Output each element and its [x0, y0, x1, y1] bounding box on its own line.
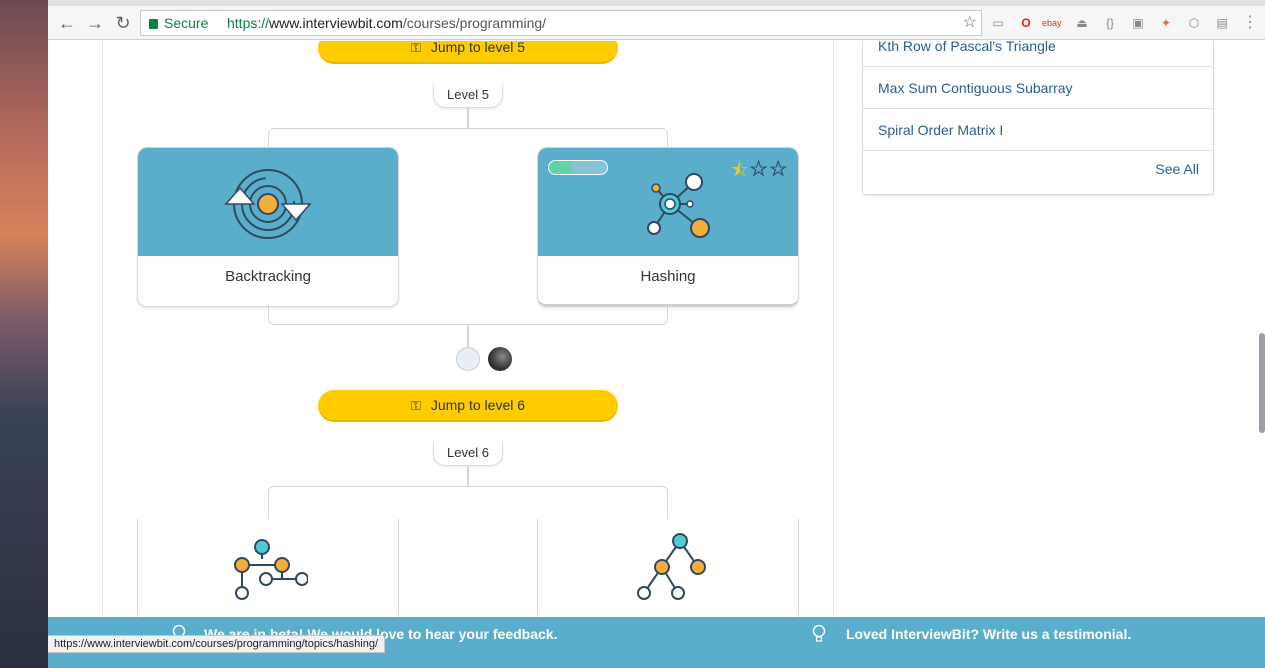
jump-label: Jump to level 5 — [430, 41, 526, 55]
problem-link[interactable]: Kth Row of Pascal's Triangle — [863, 41, 1213, 67]
screenshot-extension-icon[interactable]: ▤ — [1214, 15, 1230, 31]
address-bar[interactable]: Secure https://www.interviewbit.com/cour… — [140, 10, 982, 36]
reload-icon[interactable]: ↻ — [112, 12, 134, 34]
tree-icon — [234, 539, 308, 600]
topic-label: Backtracking — [225, 268, 311, 285]
half-star-icon: ⯪ — [730, 160, 749, 181]
key-icon: ⚿ — [410, 398, 421, 413]
connector-line — [467, 325, 469, 347]
jump-to-level-5-button[interactable]: ⚿ Jump to level 5 — [318, 41, 618, 64]
page-content: ⚿ Jump to level 5 Level 5 Backtracking ⯪… — [48, 41, 1265, 668]
opera-extension-icon[interactable]: O — [1018, 15, 1034, 31]
shield-extension-icon[interactable]: ⬡ — [1186, 15, 1202, 31]
avatar[interactable] — [488, 347, 512, 371]
jump-to-level-6-button[interactable]: ⚿ Jump to level 6 — [318, 390, 618, 422]
ebay-extension-icon[interactable]: ebay — [1042, 15, 1062, 31]
cast-icon[interactable]: ▭ — [990, 15, 1006, 31]
key-icon: ⚿ — [410, 41, 421, 55]
lightbulb-icon — [812, 625, 826, 642]
binary-tree-icon — [637, 533, 706, 600]
problem-link[interactable]: Max Sum Contiguous Subarray — [863, 67, 1213, 109]
menu-kebab-icon[interactable]: ⋮ — [1242, 15, 1258, 31]
url-text[interactable]: https://www.interviewbit.com/courses/pro… — [227, 11, 546, 35]
connector-line — [467, 108, 469, 129]
upload-extension-icon[interactable]: ⏏ — [1074, 15, 1090, 31]
problems-panel: Kth Row of Pascal's Triangle Max Sum Con… — [862, 41, 1214, 195]
bird-extension-icon[interactable]: ✦ — [1158, 15, 1174, 31]
url-path: /courses/programming/ — [402, 15, 547, 31]
problem-link[interactable]: Spiral Order Matrix I — [863, 109, 1213, 151]
topic-label: Hashing — [640, 268, 696, 285]
forward-icon[interactable]: → — [84, 12, 106, 34]
star-icon: ☆ — [748, 160, 769, 181]
desktop-wallpaper — [0, 0, 48, 668]
star-icon: ☆ — [768, 160, 788, 181]
backtracking-icon — [224, 169, 312, 239]
topic-card-hashing[interactable]: ⯪☆☆ Hashing — [537, 147, 799, 307]
back-icon[interactable]: ← — [56, 12, 78, 34]
status-bar-url: https://www.interviewbit.com/courses/pro… — [48, 635, 386, 653]
jump-label: Jump to level 6 — [430, 397, 526, 413]
browser-window: ← → ↻ Secure https://www.interviewbit.co… — [48, 0, 1265, 668]
secure-indicator[interactable]: Secure — [149, 11, 208, 35]
card-header: ⯪☆☆ — [538, 148, 798, 256]
topic-progress-bar — [548, 160, 608, 175]
level-5-label: Level 5 — [433, 84, 503, 108]
url-host: www.interviewbit.com — [269, 15, 403, 31]
see-all-link[interactable]: See All — [1155, 161, 1199, 177]
lock-icon — [149, 19, 158, 29]
page-scrollbar[interactable] — [1259, 333, 1265, 433]
column-divider — [102, 41, 103, 641]
level-6-label: Level 6 — [433, 442, 503, 466]
hashing-icon — [647, 173, 710, 238]
url-scheme: https:// — [227, 15, 270, 31]
json-extension-icon[interactable]: {} — [1102, 15, 1118, 31]
secure-label: Secure — [164, 15, 209, 31]
progress-fill — [549, 161, 573, 174]
bookmark-star-icon[interactable]: ☆ — [963, 11, 977, 35]
star-rating: ⯪☆☆ — [731, 156, 788, 188]
browser-toolbar: ← → ↻ Secure https://www.interviewbit.co… — [48, 6, 1265, 40]
column-divider — [833, 41, 834, 641]
testimonial-link[interactable]: Loved InterviewBit? Write us a testimoni… — [846, 626, 1131, 642]
image-extension-icon[interactable]: ▣ — [1130, 15, 1146, 31]
avatar[interactable] — [456, 347, 480, 371]
topic-card-backtracking[interactable]: Backtracking — [137, 147, 399, 307]
connector-line — [467, 466, 469, 487]
card-header — [138, 148, 398, 256]
